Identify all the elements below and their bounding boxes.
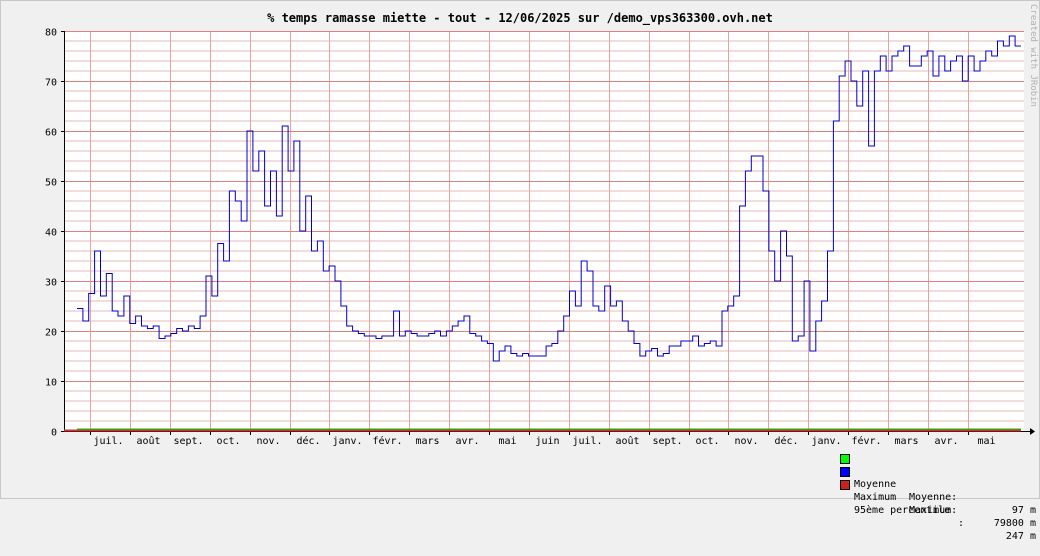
x-tick-label: sept. — [173, 436, 203, 447]
x-tick-label: oct. — [216, 436, 240, 447]
x-tick-label: mai — [498, 436, 516, 447]
gc-time-chart: juil. août sept. oct. nov. déc. janv. févr. mars… — [0, 0, 1040, 499]
x-tick-label: août — [136, 435, 160, 447]
y-tick-label: 50 — [45, 178, 57, 189]
legend-swatch-moyenne — [840, 454, 850, 464]
legend-name: 95ème percentile — [854, 505, 951, 516]
x-tick-label: août — [615, 435, 639, 447]
x-tick-label: juil. — [572, 436, 602, 447]
x-tick-label: mars — [415, 436, 439, 447]
x-tick-label: déc. — [774, 435, 798, 447]
x-tick-label: oct. — [695, 436, 719, 447]
x-tick-label: déc. — [296, 435, 320, 447]
x-tick-label: avr. — [934, 436, 958, 447]
y-tick-label: 40 — [45, 228, 57, 239]
x-tick-label: avr. — [455, 436, 479, 447]
x-tick-label: juin — [535, 436, 559, 447]
x-tick-label: nov. — [734, 436, 758, 447]
x-tick-label: févr. — [372, 435, 402, 447]
legend-value: 247 m — [1005, 531, 1036, 542]
y-tick-label: 70 — [45, 78, 57, 89]
x-axis-arrow — [1030, 428, 1035, 435]
legend-label: : — [958, 518, 965, 529]
x-tick-label: nov. — [256, 436, 280, 447]
x-tick-label: sept. — [652, 436, 682, 447]
legend: Moyenne Moyenne: 97 m Maximum Maximum: 7… — [840, 452, 1036, 542]
chart-title: % temps ramasse miette - tout - 12/06/20… — [267, 11, 773, 26]
chart-container: juil. août sept. oct. nov. déc. janv. févr. mars… — [0, 0, 1040, 499]
x-tick-label: janv. — [811, 436, 841, 447]
y-tick-label: 0 — [51, 428, 57, 439]
legend-item-maximum: Maximum Maximum: 79800 m — [840, 465, 1036, 529]
x-tick-label: juil. — [93, 436, 123, 447]
watermark: Created with JRobin — [1028, 4, 1038, 107]
y-tick-label: 30 — [45, 278, 57, 289]
legend-item-percentile: 95ème percentile : 247 m — [840, 478, 1036, 542]
y-tick-label: 60 — [45, 128, 57, 139]
legend-swatch-maximum — [840, 467, 850, 477]
legend-value: 97 m — [1011, 505, 1036, 516]
x-tick-label: févr. — [851, 435, 881, 447]
x-tick-label: janv. — [332, 436, 362, 447]
legend-label: Moyenne: — [909, 492, 958, 503]
legend-swatch-percentile — [840, 480, 850, 490]
x-tick-label: mars — [894, 436, 918, 447]
y-tick-label: 10 — [45, 378, 57, 389]
legend-value: 79800 m — [993, 518, 1036, 529]
legend-item-moyenne: Moyenne Moyenne: 97 m — [840, 452, 1036, 516]
x-tick-label: mai — [977, 436, 995, 447]
y-tick-label: 20 — [45, 328, 57, 339]
y-tick-label: 80 — [45, 28, 57, 39]
